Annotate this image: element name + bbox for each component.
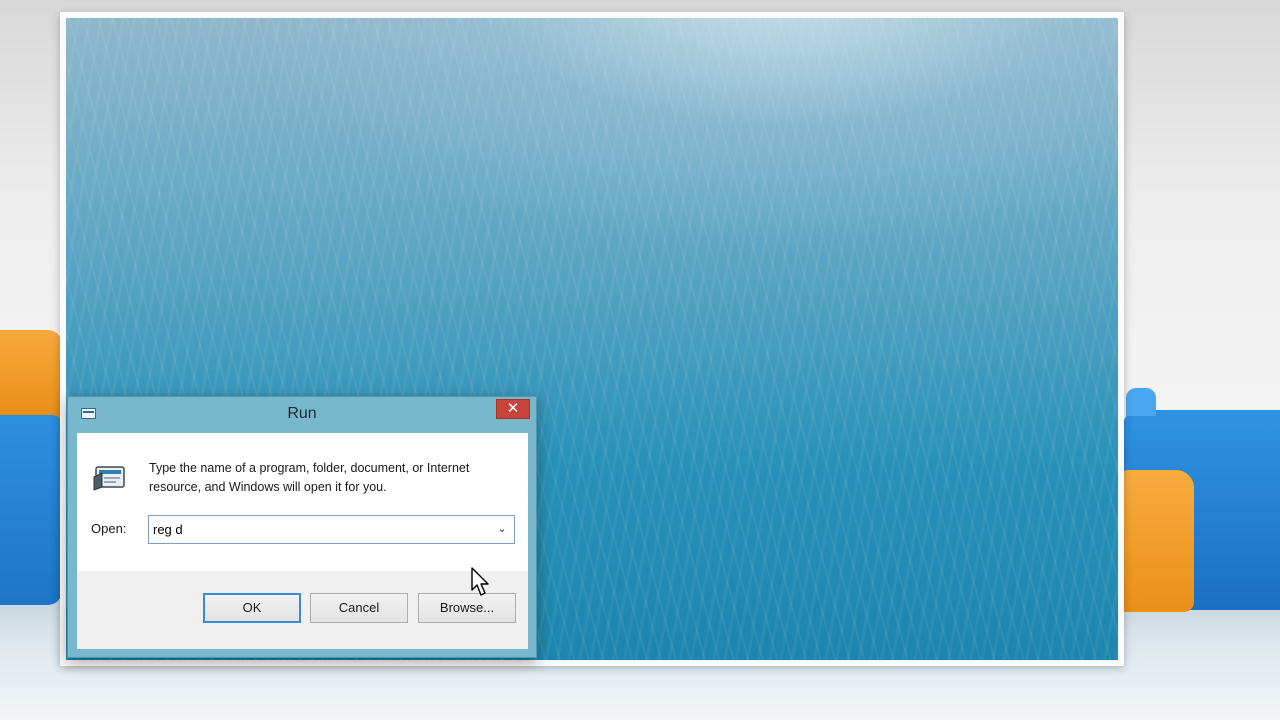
close-icon: ✕	[506, 400, 520, 417]
blue-chair-left	[0, 415, 62, 605]
run-program-icon	[93, 466, 125, 491]
mouse-pointer-icon	[471, 567, 489, 596]
run-dialog-body: Type the name of a program, folder, docu…	[77, 433, 528, 649]
orange-cushion-right	[1122, 470, 1194, 612]
open-label: Open:	[91, 521, 127, 536]
run-dialog: Run ✕ Type the name of a program, folder…	[67, 396, 537, 658]
open-combobox[interactable]: ⌄	[148, 515, 515, 544]
close-button[interactable]: ✕	[496, 399, 530, 419]
browse-button[interactable]: Browse...	[418, 593, 516, 623]
cancel-button[interactable]: Cancel	[310, 593, 408, 623]
run-dialog-titlebar[interactable]: Run ✕	[68, 397, 536, 431]
open-input[interactable]	[153, 520, 483, 539]
blue-chair-right-top	[1126, 388, 1156, 416]
orange-chair-left	[0, 330, 62, 420]
ok-button[interactable]: OK	[203, 593, 301, 623]
chevron-down-icon[interactable]: ⌄	[494, 520, 510, 539]
run-description: Type the name of a program, folder, docu…	[149, 461, 470, 494]
run-dialog-title: Run	[287, 405, 317, 422]
